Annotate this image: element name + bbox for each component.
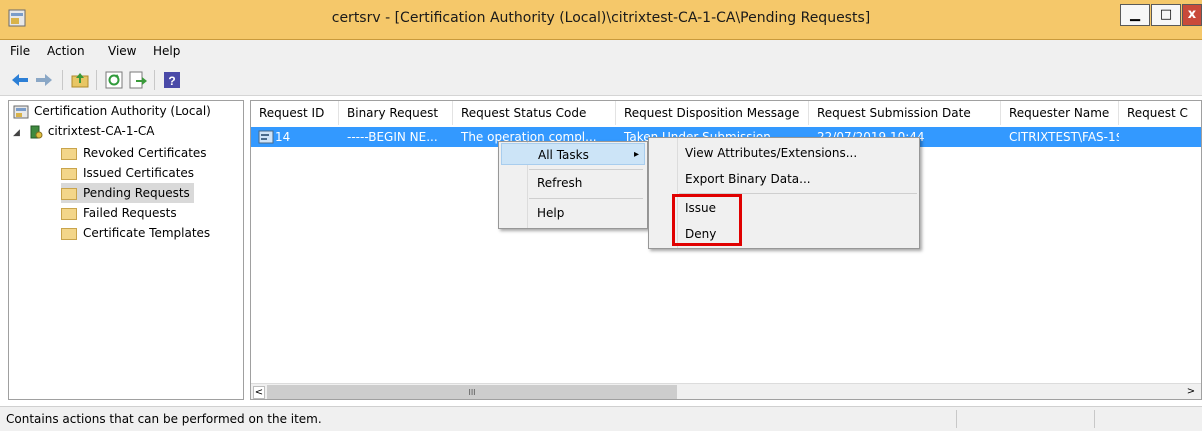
refresh-icon[interactable]: [104, 70, 124, 90]
horizontal-scrollbar[interactable]: < III >: [251, 383, 1201, 399]
folder-icon: [61, 207, 77, 220]
column-header-request-id[interactable]: Request ID: [251, 101, 339, 125]
status-divider: [956, 410, 957, 428]
status-bar: Contains actions that can be performed o…: [0, 406, 1202, 431]
minimize-icon: ▁: [1130, 7, 1140, 22]
tree-item-ca-label: citrixtest-CA-1-CA: [47, 124, 155, 138]
scroll-left-arrow-icon[interactable]: <: [253, 386, 265, 399]
menu-item-label: All Tasks: [538, 148, 589, 162]
minimize-button[interactable]: ▁: [1120, 4, 1150, 26]
close-button[interactable]: x: [1182, 4, 1202, 26]
column-header-request-submission-date[interactable]: Request Submission Date: [809, 101, 1001, 125]
context-menu: All Tasks ▸ Refresh Help: [498, 141, 648, 229]
tree-item-label: Revoked Certificates: [83, 146, 207, 160]
menu-view[interactable]: View: [108, 44, 136, 58]
status-text: Contains actions that can be performed o…: [6, 412, 322, 426]
tree-item-pending-requests[interactable]: Pending Requests: [61, 183, 194, 203]
cell-request-id: 14: [275, 130, 291, 144]
menu-help[interactable]: Help: [153, 44, 180, 58]
menu-item-export-binary-data[interactable]: Export Binary Data...: [685, 168, 811, 190]
menu-separator: [529, 169, 643, 170]
folder-icon: [61, 227, 77, 240]
tree-item-label: Issued Certificates: [83, 166, 195, 180]
menu-file[interactable]: File: [10, 44, 30, 58]
scroll-right-arrow-icon[interactable]: >: [1185, 386, 1197, 399]
tree-item-ca[interactable]: ◢ citrixtest-CA-1-CA: [13, 121, 154, 141]
close-icon: x: [1187, 7, 1197, 22]
tree-item-root-label: Certification Authority (Local): [34, 104, 211, 118]
submenu-arrow-icon: ▸: [634, 149, 640, 160]
column-header-requester-name[interactable]: Requester Name: [1001, 101, 1119, 125]
up-folder-icon[interactable]: [70, 70, 90, 90]
toolbar-separator: [96, 70, 97, 90]
svg-text:?: ?: [168, 74, 175, 88]
menu-action[interactable]: Action: [47, 44, 85, 58]
tree-item-label: Failed Requests: [83, 206, 177, 220]
column-header-binary-request[interactable]: Binary Request: [339, 101, 453, 125]
back-arrow-icon[interactable]: [10, 70, 30, 90]
folder-icon: [61, 147, 77, 160]
menu-item-view-attributes[interactable]: View Attributes/Extensions...: [685, 142, 857, 164]
tree-item-root[interactable]: Certification Authority (Local): [13, 101, 211, 121]
column-header-request-status-code[interactable]: Request Status Code: [453, 101, 616, 125]
cell-binary-request: -----BEGIN NE...: [347, 130, 438, 144]
column-header-request-c[interactable]: Request C: [1119, 101, 1201, 125]
tree-item-label: Pending Requests: [83, 186, 190, 200]
menu-item-all-tasks[interactable]: All Tasks ▸: [501, 143, 645, 165]
toolbar: ?: [0, 64, 1202, 96]
maximize-button[interactable]: □: [1151, 4, 1181, 26]
maximize-icon: □: [1159, 7, 1173, 22]
menu-item-refresh[interactable]: Refresh: [501, 172, 645, 194]
scroll-thumb[interactable]: III: [267, 385, 677, 399]
tree-item-certificate-templates[interactable]: Certificate Templates: [61, 223, 210, 243]
title-bar: certsrv - [Certification Authority (Loca…: [0, 0, 1202, 40]
cell-requester-name: CITRIXTEST\FAS-1$: [1009, 130, 1119, 144]
ca-server-icon: [30, 125, 43, 138]
highlight-box: [672, 194, 742, 246]
forward-arrow-icon[interactable]: [34, 70, 54, 90]
window-title: certsrv - [Certification Authority (Loca…: [331, 10, 871, 26]
certification-authority-icon: [13, 105, 29, 118]
folder-icon: [61, 187, 77, 200]
menu-separator: [529, 198, 643, 199]
expand-triangle-icon[interactable]: ◢: [13, 123, 25, 143]
help-icon[interactable]: ?: [162, 70, 182, 90]
folder-icon: [61, 167, 77, 180]
tree-item-failed-requests[interactable]: Failed Requests: [61, 203, 177, 223]
toolbar-separator: [154, 70, 155, 90]
toolbar-separator: [62, 70, 63, 90]
console-tree: Certification Authority (Local) ◢ citrix…: [8, 100, 244, 400]
tree-item-revoked-certificates[interactable]: Revoked Certificates: [61, 143, 207, 163]
column-header-request-disposition-message[interactable]: Request Disposition Message: [616, 101, 809, 125]
menu-bar: File Action View Help: [0, 40, 1202, 64]
export-list-icon[interactable]: [128, 70, 148, 90]
tree-item-issued-certificates[interactable]: Issued Certificates: [61, 163, 194, 183]
menu-item-help[interactable]: Help: [501, 202, 645, 224]
status-divider: [1094, 410, 1095, 428]
tree-item-label: Certificate Templates: [83, 226, 211, 240]
